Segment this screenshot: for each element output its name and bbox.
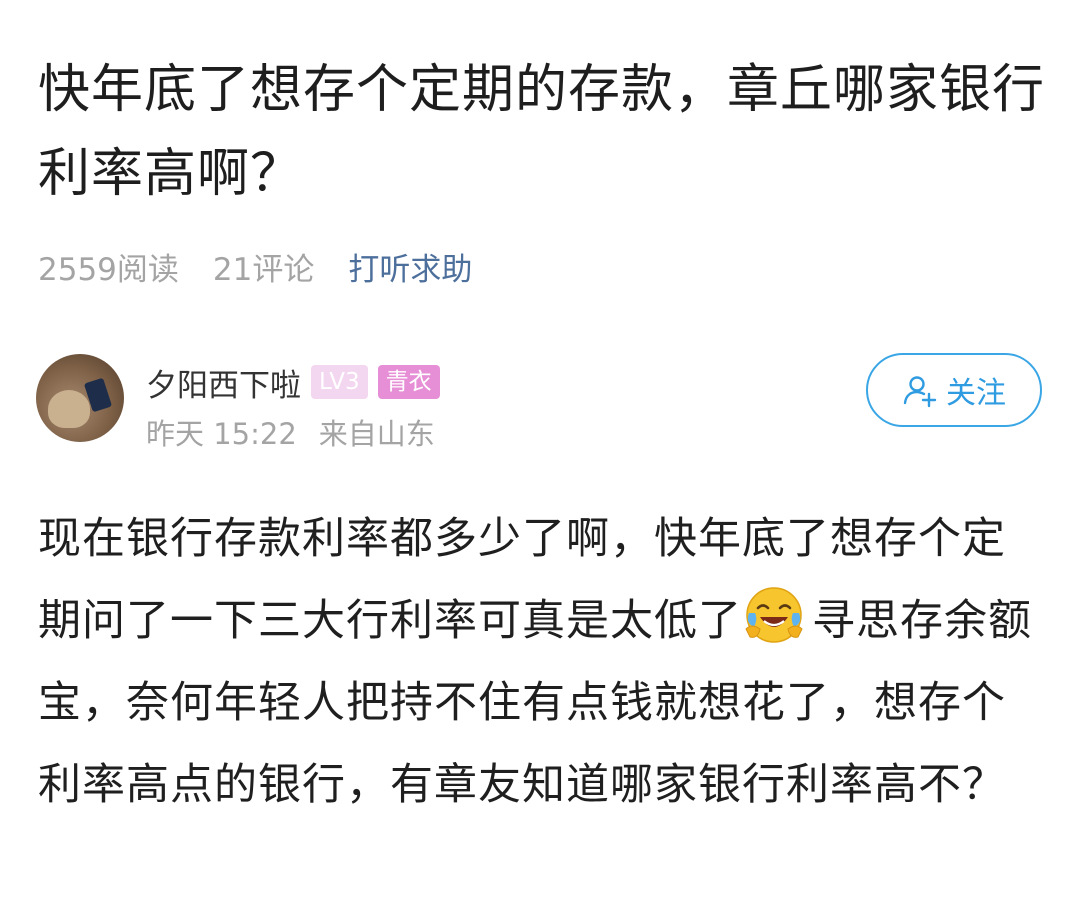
- post-title: 快年底了想存个定期的存款，章丘哪家银行利率高啊？: [38, 60, 1046, 204]
- rank-badge: 青衣: [377, 365, 440, 399]
- comment-count[interactable]: 21评论: [213, 244, 314, 289]
- read-count: 2559阅读: [38, 251, 179, 288]
- add-user-icon: [903, 376, 937, 408]
- author-row: 夕阳西下啦 LV3 青衣: [146, 358, 450, 406]
- post-location: 来自山东: [318, 417, 435, 451]
- avatar[interactable]: [36, 354, 124, 442]
- post-time: 昨天 15:22: [146, 417, 297, 451]
- author-name[interactable]: 夕阳西下啦: [146, 360, 301, 405]
- post-content: 现在银行存款利率都多少了啊，快年底了想存个定期问了一下三大行利率可真是太低了 寻…: [38, 498, 1048, 826]
- level-badge: LV3: [311, 365, 368, 399]
- follow-button[interactable]: 关注: [866, 353, 1042, 427]
- follow-label: 关注: [946, 376, 1006, 411]
- post-stats: 2559阅读 21评论 打听求助: [38, 240, 472, 292]
- laughing-crying-emoji-icon: [745, 587, 803, 643]
- avatar-dog-shape: [48, 390, 90, 428]
- post-detail-page: 快年底了想存个定期的存款，章丘哪家银行利率高啊？ 2559阅读 21评论 打听求…: [0, 0, 1080, 924]
- post-meta: 昨天 15:22 来自山东: [146, 410, 457, 454]
- category-tag[interactable]: 打听求助: [348, 244, 472, 289]
